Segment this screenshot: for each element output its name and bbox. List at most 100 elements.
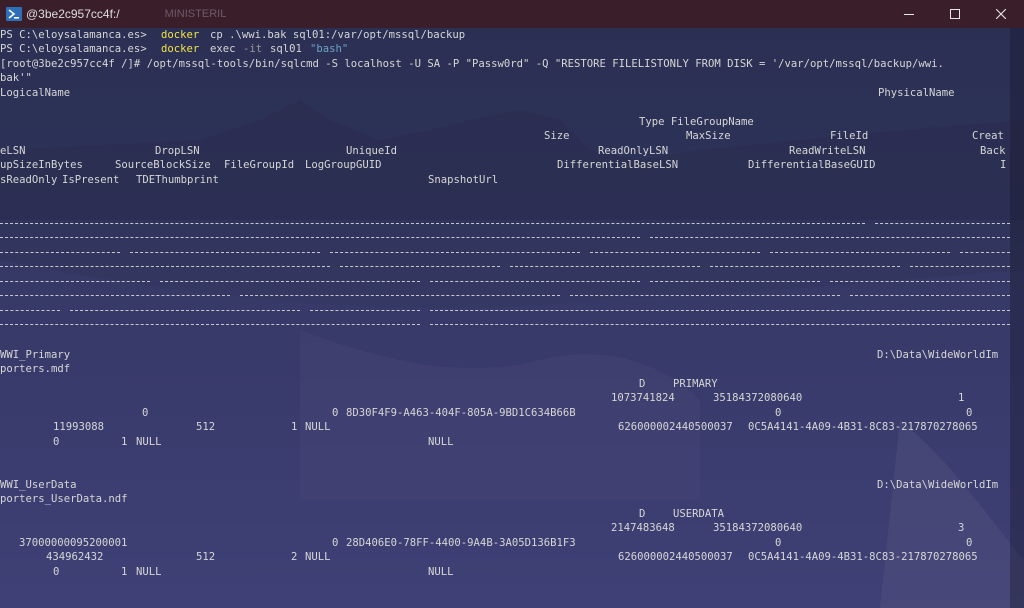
command-line-3-wrap: bak'" — [0, 71, 32, 85]
cell-uniqueid: 28D406E0-78FF-4400-9A4B-3A05D136B1F3 — [346, 537, 576, 549]
minimize-button[interactable] — [886, 0, 932, 28]
row-1-line-5: 0 0 8D30F4F9-A463-404F-805A-9BD1C634B66B… — [0, 406, 1010, 420]
cell-isreadonly: 0 — [53, 566, 60, 578]
header-ispresent: IsPresent — [62, 174, 120, 186]
header-line-4: eLSN DropLSN UniqueId ReadOnlyLSN ReadWr… — [0, 144, 1010, 158]
command-flag: -it — [243, 43, 263, 55]
header-elsn: eLSN — [0, 145, 26, 157]
cell-blocksize: 512 — [196, 421, 216, 433]
cell-loggroupguid: NULL — [305, 421, 331, 433]
cell-uniqueid: 8D30F4F9-A463-404F-805A-9BD1C634B66B — [346, 407, 576, 419]
cell-type: D — [639, 508, 646, 520]
header-isreadonly: sReadOnly — [0, 174, 58, 186]
terminal-scrollbar[interactable] — [1010, 28, 1024, 608]
row-1-line-7: 0 1 NULL NULL — [0, 435, 1010, 449]
separator-line — [0, 237, 1010, 239]
cell-readwritelsn: 0 — [966, 537, 973, 549]
cell-diffbaseguid: 0C5A4141-4A09-4B31-8C83-217870278065 — [748, 421, 978, 433]
maximize-button[interactable] — [932, 0, 978, 28]
cell-backupsize: 11993088 — [53, 421, 105, 433]
cell-filegroupid: 2 — [291, 551, 298, 563]
cell-maxsize: 35184372080640 — [713, 392, 803, 404]
close-button[interactable] — [978, 0, 1024, 28]
cell-maxsize: 35184372080640 — [713, 522, 803, 534]
sqlcmd-command-wrap: bak'" — [0, 72, 32, 84]
minimize-icon — [904, 14, 914, 15]
header-maxsize: MaxSize — [686, 130, 731, 142]
sqlcmd-command: [root@3be2c957cc4f /]# /opt/mssql-tools/… — [0, 58, 944, 70]
header-i: I — [1000, 159, 1007, 171]
header-line-5: upSizeInBytes SourceBlockSize FileGroupI… — [0, 158, 1010, 172]
title-bar: @3be2c957cc4f:/ MINISTERIL — [0, 0, 1024, 28]
row-2-line-5: 37000000095200001 0 28D406E0-78FF-4400-9… — [0, 536, 1010, 550]
row-1-line-2: porters.mdf — [0, 362, 1010, 376]
cell-diffbaseguid: 0C5A4141-4A09-4B31-8C83-217870278065 — [748, 551, 978, 563]
header-line-1: LogicalName PhysicalName — [0, 86, 1010, 100]
cell-blocksize: 512 — [196, 551, 216, 563]
header-line-6: sReadOnly IsPresent TDEThumbprint Snapsh… — [0, 173, 1010, 187]
command-subcommand: exec — [210, 43, 236, 55]
row-2-line-2: porters_UserData.ndf — [0, 492, 1010, 506]
row-1-line-6: 11993088 512 1 NULL 626000002440500037 0… — [0, 420, 1010, 434]
cell-droplsn: 0 — [332, 537, 339, 549]
header-fileid: FileId — [830, 130, 869, 142]
maximize-icon — [950, 9, 960, 19]
header-logicalname: LogicalName — [0, 87, 71, 99]
header-creat: Creat — [972, 130, 1004, 142]
cell-physicalname-wrap: porters_UserData.ndf — [0, 493, 128, 505]
command-line-3: [root@3be2c957cc4f /]# /opt/mssql-tools/… — [0, 57, 944, 71]
cell-diffbaselsn: 626000002440500037 — [618, 551, 733, 563]
header-size: Size — [544, 130, 570, 142]
header-readonlylsn: ReadOnlyLSN — [598, 145, 669, 157]
header-uniqueid: UniqueId — [346, 145, 398, 157]
row-2-line-1: WWI_UserData D:\Data\WideWorldIm — [0, 478, 1010, 492]
cell-isreadonly: 0 — [53, 436, 60, 448]
cell-loggroupguid: NULL — [305, 551, 331, 563]
row-2-line-3: D USERDATA — [0, 507, 1010, 521]
cell-fileid: 1 — [958, 392, 965, 404]
row-2-line-6: 434962432 512 2 NULL 626000002440500037 … — [0, 550, 1010, 564]
separator-line — [0, 252, 1010, 254]
row-1-line-1: WWI_Primary D:\Data\WideWorldIm — [0, 348, 1010, 362]
cell-fileid: 3 — [958, 522, 965, 534]
header-readwritelsn: ReadWriteLSN — [789, 145, 866, 157]
header-tdethumbprint: TDEThumbprint — [136, 174, 219, 186]
cell-filegroup: USERDATA — [673, 508, 725, 520]
header-back: Back — [980, 145, 1006, 157]
prompt: PS C:\eloysalamanca.es> — [0, 43, 147, 55]
header-loggroupguid: LogGroupGUID — [305, 159, 382, 171]
row-1-line-4: 1073741824 35184372080640 1 — [0, 391, 1010, 405]
separator-line — [0, 266, 1010, 268]
header-sourceblocksize: SourceBlockSize — [115, 159, 211, 171]
cell-tdethumbprint: NULL — [136, 436, 162, 448]
cell-logicalname: WWI_Primary — [0, 349, 71, 361]
cell-droplsn: 0 — [332, 407, 339, 419]
separator-line — [0, 324, 1010, 326]
cell-physicalname-wrap: porters.mdf — [0, 363, 71, 375]
row-1-line-3: D PRIMARY — [0, 377, 1010, 391]
close-icon — [996, 9, 1006, 19]
cell-ispresent: 1 — [121, 566, 128, 578]
cell-size: 2147483648 — [611, 522, 675, 534]
header-physicalname: PhysicalName — [878, 87, 955, 99]
command-line-2: PS C:\eloysalamanca.es> docker exec -it … — [0, 42, 348, 56]
background-window-title: MINISTERIL — [164, 8, 227, 20]
command-args: cp .\wwi.bak sql01:/var/opt/mssql/backup — [210, 29, 466, 41]
separator-line — [0, 223, 1010, 225]
header-filegroupid: FileGroupId — [224, 159, 295, 171]
cell-tdethumbprint: NULL — [136, 566, 162, 578]
header-diffbaselsn: DifferentialBaseLSN — [557, 159, 679, 171]
cell-createlsn: 0 — [142, 407, 149, 419]
terminal-output[interactable]: PS C:\eloysalamanca.es> docker cp .\wwi.… — [0, 28, 1010, 608]
header-snapshoturl: SnapshotUrl — [428, 174, 499, 186]
cell-readwritelsn: 0 — [966, 407, 973, 419]
header-type-filegroup: Type FileGroupName — [639, 116, 754, 128]
cell-readonlylsn: 0 — [775, 407, 782, 419]
header-droplsn: DropLSN — [155, 145, 200, 157]
command-line-1: PS C:\eloysalamanca.es> docker cp .\wwi.… — [0, 28, 465, 42]
header-line-2: Type FileGroupName — [0, 115, 1010, 129]
cell-size: 1073741824 — [611, 392, 675, 404]
cell-ispresent: 1 — [121, 436, 128, 448]
cell-backupsize: 434962432 — [46, 551, 104, 563]
cell-readonlylsn: 0 — [775, 537, 782, 549]
